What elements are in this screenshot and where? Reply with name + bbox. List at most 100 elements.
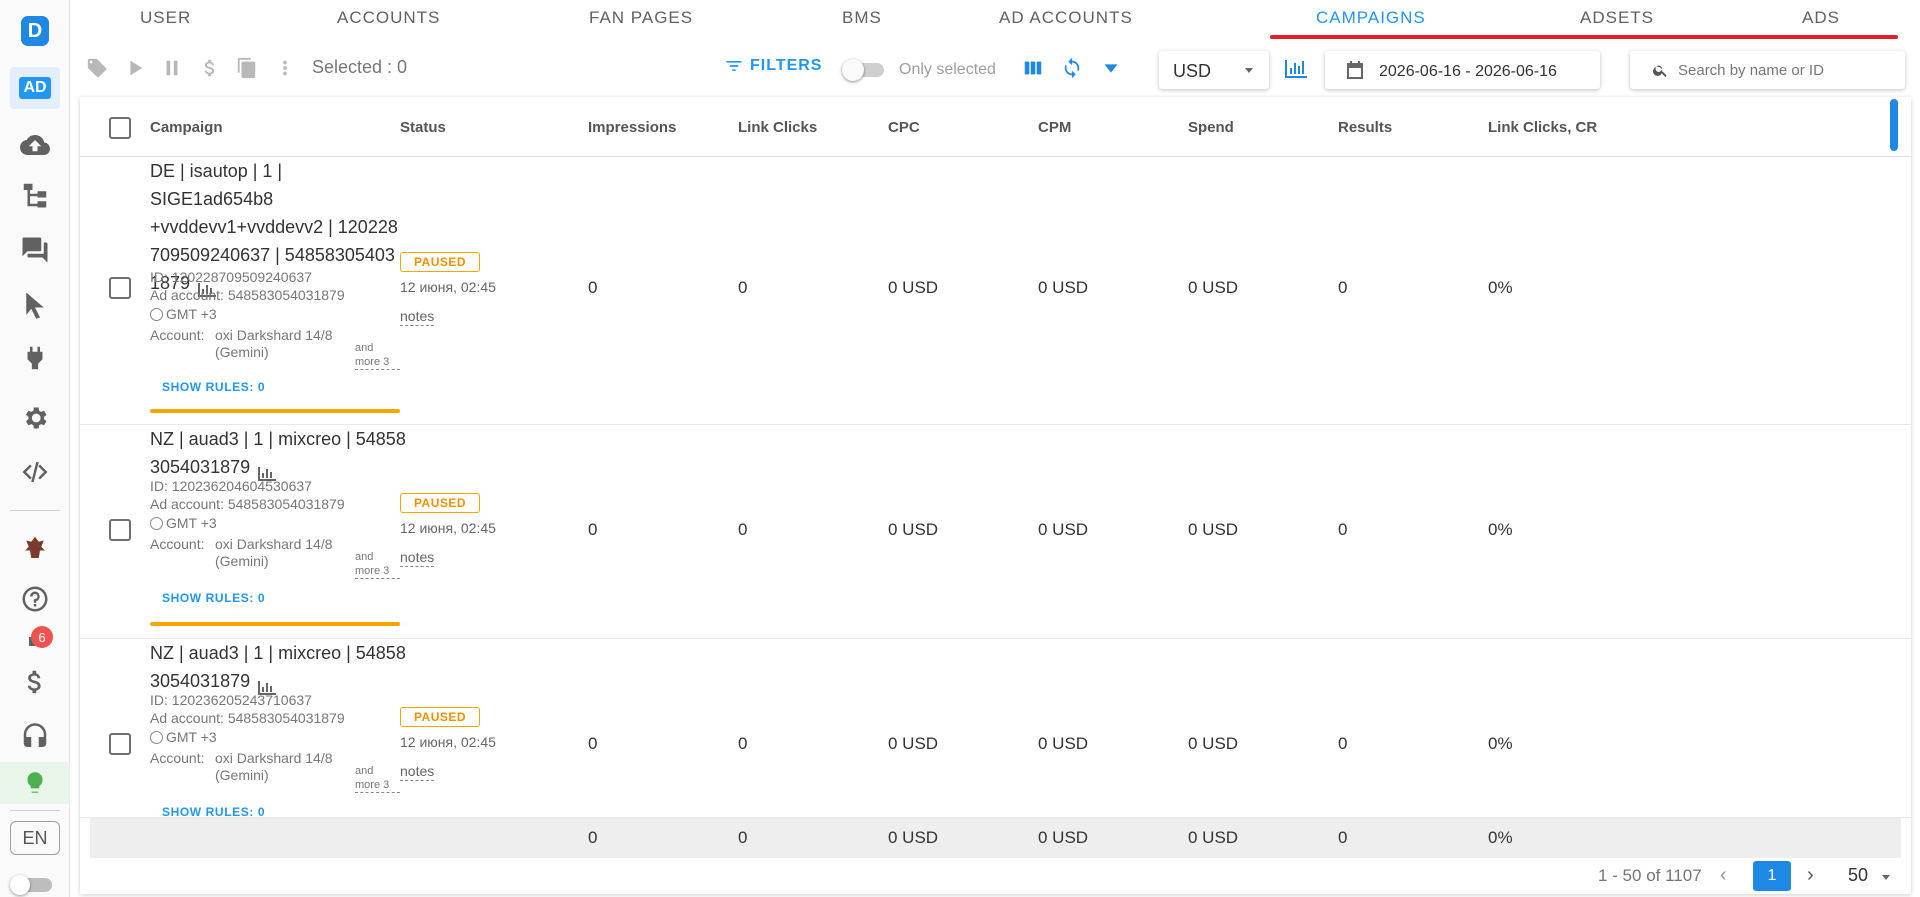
pause-button[interactable] — [161, 57, 183, 79]
campaign-name[interactable]: NZ | auad3 | 1 | mixcreo | 54858 3054031… — [150, 639, 410, 696]
sidebar-item-structure[interactable] — [0, 170, 70, 220]
cell-results: 0 — [1338, 734, 1348, 753]
timezone-value: GMT +3 — [166, 306, 217, 322]
sidebar-item-integrations[interactable] — [0, 333, 70, 383]
status-date: 12 июня, 02:45 — [400, 734, 496, 750]
only-selected-label: Only selected — [899, 61, 996, 78]
sidebar-item-profile[interactable] — [0, 523, 70, 573]
table-row[interactable]: NZ | auad3 | 1 | mixcreo | 54858 3054031… — [80, 639, 1911, 818]
row-checkbox[interactable] — [109, 733, 131, 755]
tab-bms[interactable]: BMS — [842, 8, 882, 28]
page-size-select[interactable]: 50 — [1848, 865, 1868, 886]
show-rules-button[interactable]: SHOW RULES: 0 — [162, 591, 265, 605]
vertical-scrollbar[interactable] — [1890, 99, 1898, 151]
currency-select[interactable]: USD — [1159, 51, 1269, 89]
selected-count: Selected : 0 — [312, 57, 408, 77]
notes-link[interactable]: notes — [400, 763, 435, 781]
column-header-cpm[interactable]: CPM — [1038, 119, 1071, 136]
table-row[interactable]: NZ | auad3 | 1 | mixcreo | 54858 3054031… — [80, 425, 1911, 639]
sidebar-item-settings[interactable] — [0, 393, 70, 443]
budget-button[interactable] — [199, 57, 221, 79]
row-checkbox[interactable] — [109, 277, 131, 299]
show-rules-button[interactable]: SHOW RULES: 0 — [162, 805, 265, 817]
table-row[interactable]: DE | isautop | 1 | SIGE1ad654b8 +vvddevv… — [80, 157, 1911, 425]
theme-toggle[interactable] — [10, 875, 53, 895]
sidebar: D AD 6 EN — [0, 0, 70, 897]
refresh-button[interactable] — [1061, 57, 1083, 79]
column-header-campaign[interactable]: Campaign — [150, 119, 223, 136]
clock-icon — [150, 731, 163, 744]
language-switcher[interactable]: EN — [10, 821, 60, 855]
column-header-cpc[interactable]: CPC — [888, 119, 920, 136]
column-header-results[interactable]: Results — [1338, 119, 1392, 136]
row-checkbox[interactable] — [109, 519, 131, 541]
prev-page-button[interactable]: ‹ — [1720, 865, 1734, 885]
gear-icon — [25, 407, 47, 429]
sidebar-item-api[interactable] — [0, 447, 70, 497]
entity-tabs: USER ACCOUNTS FAN PAGES BMS AD ACCOUNTS … — [70, 0, 1920, 40]
column-header-spend[interactable]: Spend — [1188, 119, 1234, 136]
column-header-impressions[interactable]: Impressions — [588, 119, 676, 136]
ad-account-id: Ad account: 548583054031879 — [150, 496, 345, 512]
notes-link[interactable]: notes — [400, 308, 435, 326]
tab-fan-pages[interactable]: FAN PAGES — [589, 8, 693, 28]
more-accounts-link[interactable]: and more 3 — [355, 764, 400, 793]
campaigns-table: Campaign Status Impressions Link Clicks … — [80, 97, 1911, 894]
tab-campaigns[interactable]: CAMPAIGNS — [1316, 8, 1426, 28]
campaign-name[interactable]: NZ | auad3 | 1 | mixcreo | 54858 3054031… — [150, 425, 410, 482]
sidebar-item-ads[interactable]: AD — [10, 67, 60, 109]
column-header-link-clicks-cr[interactable]: Link Clicks, CR — [1488, 119, 1597, 136]
sidebar-item-help[interactable] — [0, 574, 70, 624]
cell-spend: 0 USD — [1188, 278, 1239, 297]
more-actions-button[interactable] — [274, 57, 296, 79]
date-range-picker[interactable]: 2026-06-16 - 2026-06-16 — [1325, 51, 1600, 89]
caret-down-icon — [1104, 64, 1118, 73]
ad-account-id: Ad account: 548583054031879 — [150, 287, 345, 303]
tab-adsets[interactable]: ADSETS — [1580, 8, 1654, 28]
theme-toggle-thumb — [10, 875, 30, 895]
stats-icon[interactable] — [258, 461, 277, 482]
cell-cpc: 0 USD — [888, 278, 939, 297]
search-input[interactable] — [1678, 59, 1893, 81]
tab-accounts[interactable]: ACCOUNTS — [337, 8, 440, 28]
filters-label: FILTERS — [750, 57, 823, 74]
select-all-checkbox[interactable] — [109, 117, 131, 139]
tab-ads[interactable]: ADS — [1802, 8, 1840, 28]
bar-chart-icon — [1285, 60, 1307, 78]
sidebar-item-clicks[interactable] — [0, 280, 70, 330]
tag-button[interactable] — [86, 57, 108, 79]
more-accounts-link[interactable]: and more 3 — [355, 550, 400, 579]
sidebar-item-billing[interactable] — [0, 657, 70, 707]
columns-button[interactable] — [1022, 57, 1044, 79]
tab-user[interactable]: USER — [140, 8, 191, 28]
sidebar-item-chats[interactable] — [0, 225, 70, 275]
tab-ad-accounts[interactable]: AD ACCOUNTS — [999, 8, 1133, 28]
cell-results: 0 — [1338, 520, 1348, 539]
stats-icon[interactable] — [258, 675, 277, 696]
sidebar-item-upload[interactable] — [0, 120, 70, 170]
app-logo[interactable]: D — [21, 16, 49, 46]
notes-link[interactable]: notes — [400, 549, 435, 567]
search-box[interactable] — [1630, 51, 1905, 89]
account-label: Account: — [150, 750, 205, 766]
column-header-status[interactable]: Status — [400, 119, 446, 136]
cloud-upload-icon — [20, 134, 50, 155]
show-rules-button[interactable]: SHOW RULES: 0 — [162, 380, 265, 394]
sidebar-item-ideas[interactable] — [0, 762, 70, 804]
cell-impressions: 0 — [588, 520, 598, 539]
only-selected-toggle[interactable] — [842, 59, 890, 81]
copy-button[interactable] — [236, 57, 258, 79]
hierarchy-icon — [23, 183, 47, 208]
sidebar-item-support[interactable] — [0, 712, 70, 762]
ad-account-id: Ad account: 548583054031879 — [150, 710, 345, 726]
next-page-button[interactable]: › — [1807, 865, 1821, 885]
highlight-line — [1270, 35, 1898, 39]
column-header-link-clicks[interactable]: Link Clicks — [738, 119, 817, 136]
play-button[interactable] — [124, 57, 146, 79]
paused-indicator-bar — [150, 622, 400, 626]
more-accounts-link[interactable]: and more 3 — [355, 341, 400, 370]
filters-button[interactable]: FILTERS — [724, 56, 822, 76]
current-page-button[interactable]: 1 — [1753, 861, 1791, 891]
expand-button[interactable] — [1100, 57, 1122, 79]
stats-button[interactable] — [1283, 58, 1307, 80]
